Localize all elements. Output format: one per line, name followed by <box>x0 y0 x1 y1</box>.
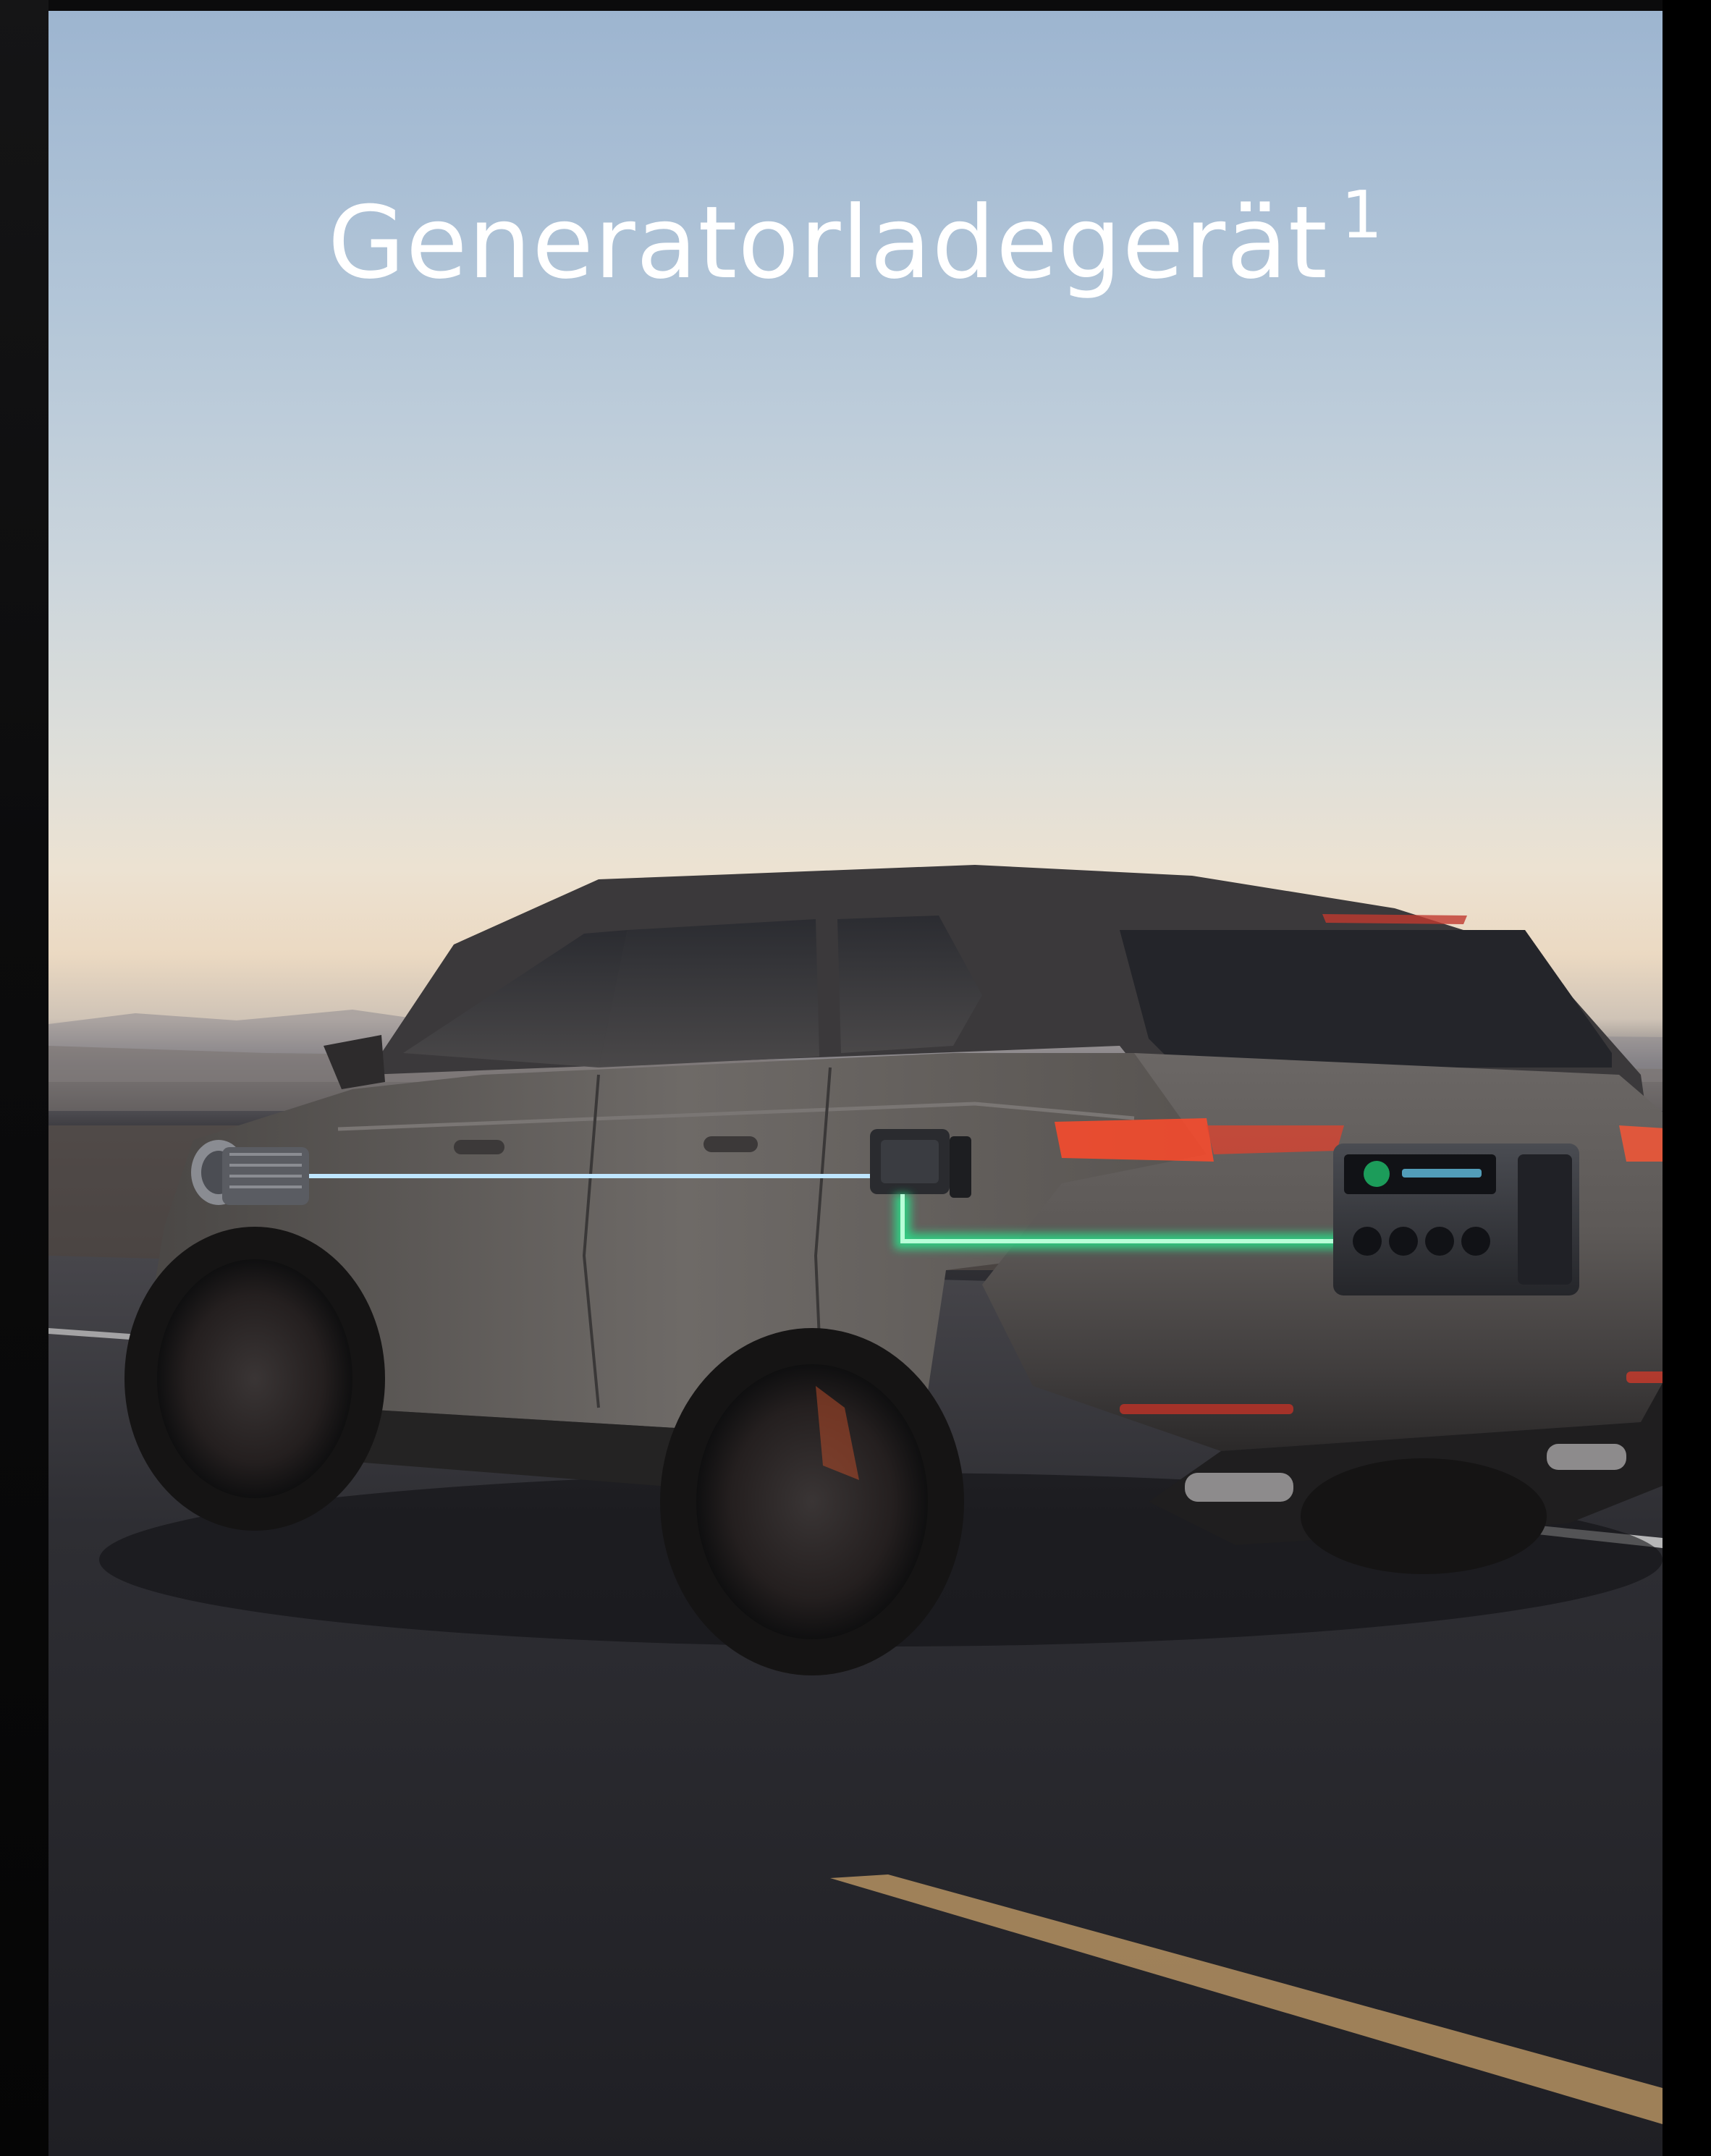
title-text: Generatorladegerät <box>327 185 1328 301</box>
rear-wheel <box>660 1328 964 1675</box>
page: Generatorladegerät 1 <box>0 0 1711 2156</box>
front-wheel <box>124 1227 385 1531</box>
footnote-marker: 1 <box>1340 177 1384 253</box>
left-dark-strip <box>0 0 48 2156</box>
scene-illustration <box>48 865 1663 2156</box>
page-title: Generatorladegerät 1 <box>48 177 1663 301</box>
charger-box-icon <box>870 1129 971 1198</box>
hero-image-panel: Generatorladegerät 1 <box>48 11 1663 2156</box>
alternator-icon <box>191 1140 309 1205</box>
power-station-icon <box>1333 1143 1579 1295</box>
right-dark-strip <box>1663 0 1711 2156</box>
